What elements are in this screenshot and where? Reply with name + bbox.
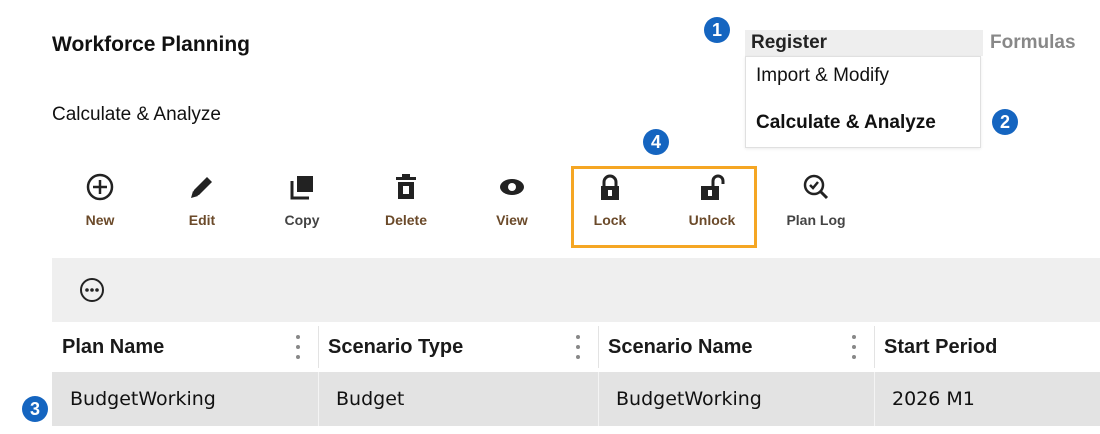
callout-badge-1: 1 — [704, 17, 730, 43]
plus-circle-icon — [68, 168, 132, 206]
menu-item-calculate-analyze[interactable]: Calculate & Analyze — [756, 112, 936, 134]
edit-button[interactable]: Edit — [170, 168, 234, 228]
column-header-scenario-type[interactable]: Scenario Type — [318, 322, 598, 372]
search-check-icon — [784, 168, 848, 206]
copy-button[interactable]: Copy — [270, 168, 334, 228]
cell-start-period: 2026 M1 — [892, 388, 975, 410]
eye-icon — [480, 168, 544, 206]
view-button[interactable]: View — [480, 168, 544, 228]
lock-unlock-highlight — [571, 166, 757, 248]
edit-label: Edit — [188, 212, 216, 228]
column-header-plan-name[interactable]: Plan Name — [52, 322, 318, 372]
column-header-scenario-name[interactable]: Scenario Name — [598, 322, 874, 372]
callout-badge-4: 4 — [643, 129, 669, 155]
cell-scenario-name: BudgetWorking — [616, 388, 762, 410]
menu-register[interactable]: Register — [745, 30, 983, 56]
plan-log-button[interactable]: Plan Log — [784, 168, 848, 228]
new-label: New — [85, 212, 115, 228]
cell-scenario-type: Budget — [336, 388, 405, 410]
new-button[interactable]: New — [68, 168, 132, 228]
pencil-icon — [170, 168, 234, 206]
page-subtitle: Calculate & Analyze — [52, 104, 221, 125]
page-title: Workforce Planning — [52, 33, 250, 56]
delete-label: Delete — [384, 212, 428, 228]
more-options-icon[interactable] — [78, 276, 106, 309]
column-header-start-period[interactable]: Start Period — [874, 322, 1100, 372]
callout-badge-3: 3 — [22, 396, 48, 422]
delete-button[interactable]: Delete — [374, 168, 438, 228]
grid-toolbar — [52, 258, 1100, 322]
trash-icon — [374, 168, 438, 206]
callout-badge-2: 2 — [992, 109, 1018, 135]
view-label: View — [496, 212, 528, 228]
menu-item-import-modify[interactable]: Import & Modify — [756, 65, 889, 87]
copy-label: Copy — [284, 212, 320, 228]
table-header: Plan Name Scenario Type Scenario Name St… — [52, 322, 1100, 373]
cell-plan-name: BudgetWorking — [70, 388, 216, 410]
column-menu-icon[interactable] — [851, 335, 857, 359]
plan-log-label: Plan Log — [786, 212, 846, 228]
copy-icon — [270, 168, 334, 206]
menu-formulas[interactable]: Formulas — [990, 30, 1076, 56]
column-menu-icon[interactable] — [575, 335, 581, 359]
column-menu-icon[interactable] — [295, 335, 301, 359]
register-dropdown: Import & Modify Calculate & Analyze — [745, 56, 981, 148]
table-row[interactable]: BudgetWorking Budget BudgetWorking 2026 … — [52, 372, 1100, 426]
